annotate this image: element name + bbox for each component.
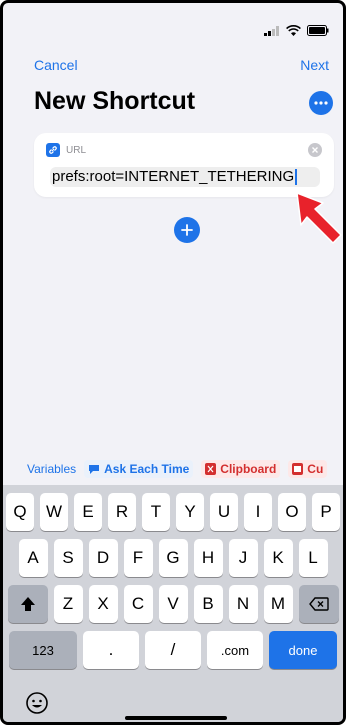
key-v[interactable]: V	[158, 585, 188, 623]
key-i[interactable]: I	[244, 493, 272, 531]
phone-frame: Cancel Next New Shortcut URL prefs:root=…	[0, 0, 346, 725]
key-k[interactable]: K	[263, 539, 293, 577]
text-caret	[295, 169, 298, 186]
backspace-icon	[308, 597, 329, 611]
battery-icon	[307, 25, 329, 36]
key-n[interactable]: N	[228, 585, 258, 623]
close-icon	[312, 147, 318, 153]
key-d[interactable]: D	[88, 539, 118, 577]
dot-key[interactable]: .	[83, 631, 139, 669]
key-b[interactable]: B	[193, 585, 223, 623]
key-q[interactable]: Q	[6, 493, 34, 531]
key-o[interactable]: O	[278, 493, 306, 531]
speech-bubble-icon	[89, 464, 100, 474]
annotation-arrow-icon	[296, 192, 342, 244]
numbers-key[interactable]: 123	[9, 631, 77, 669]
key-y[interactable]: Y	[176, 493, 204, 531]
key-w[interactable]: W	[40, 493, 68, 531]
url-tag: URL	[46, 143, 86, 157]
partial-chip[interactable]: Cu	[288, 460, 328, 478]
key-a[interactable]: A	[18, 539, 48, 577]
keyboard-row-4: 123 . / .com done	[3, 631, 343, 669]
add-action-button[interactable]	[174, 217, 200, 243]
key-m[interactable]: M	[263, 585, 293, 623]
shift-icon	[20, 597, 35, 611]
key-e[interactable]: E	[74, 493, 102, 531]
clipboard-icon	[205, 463, 217, 475]
key-u[interactable]: U	[210, 493, 238, 531]
ellipsis-icon	[314, 101, 328, 105]
home-indicator	[125, 716, 227, 720]
key-c[interactable]: C	[123, 585, 153, 623]
key-j[interactable]: J	[228, 539, 258, 577]
plus-icon	[181, 224, 193, 236]
keyboard-row-1: Q W E R T Y U I O P	[3, 493, 343, 531]
key-z[interactable]: Z	[53, 585, 83, 623]
url-action-card[interactable]: URL prefs:root=INTERNET_TETHERING	[34, 133, 334, 197]
signal-icon	[264, 25, 279, 36]
variables-label: Variables	[27, 462, 77, 476]
status-bar	[3, 3, 343, 45]
key-p[interactable]: P	[312, 493, 340, 531]
wifi-icon	[286, 25, 301, 36]
app-icon	[292, 463, 304, 475]
key-s[interactable]: S	[53, 539, 83, 577]
ask-each-time-chip[interactable]: Ask Each Time	[84, 460, 194, 478]
keyboard: Q W E R T Y U I O P A S D F G H J K L Z …	[3, 485, 343, 722]
done-key[interactable]: done	[269, 631, 337, 669]
key-r[interactable]: R	[108, 493, 136, 531]
key-l[interactable]: L	[298, 539, 328, 577]
more-options-button[interactable]	[309, 91, 333, 115]
clear-button[interactable]	[308, 143, 322, 157]
dotcom-key[interactable]: .com	[207, 631, 263, 669]
shift-key[interactable]	[7, 585, 48, 623]
link-icon	[46, 143, 60, 157]
chip-label: Clipboard	[220, 462, 277, 476]
key-g[interactable]: G	[158, 539, 188, 577]
navigation-bar: Cancel Next	[3, 55, 343, 79]
next-button[interactable]: Next	[300, 57, 329, 73]
url-label: URL	[66, 144, 87, 156]
key-h[interactable]: H	[193, 539, 223, 577]
variables-bar: Variables Ask Each Time Clipboard Cu	[3, 457, 343, 481]
keyboard-row-2: A S D F G H J K L	[3, 539, 343, 577]
page-title: New Shortcut	[34, 87, 196, 115]
url-input[interactable]: prefs:root=INTERNET_TETHERING	[50, 167, 320, 187]
url-value: prefs:root=INTERNET_TETHERING	[52, 168, 295, 185]
clipboard-chip[interactable]: Clipboard	[201, 460, 281, 478]
slash-key[interactable]: /	[145, 631, 201, 669]
delete-key[interactable]	[298, 585, 339, 623]
chip-label: Ask Each Time	[104, 462, 190, 476]
cancel-button[interactable]: Cancel	[34, 57, 78, 73]
key-t[interactable]: T	[142, 493, 170, 531]
key-f[interactable]: F	[123, 539, 153, 577]
emoji-icon[interactable]	[25, 691, 49, 715]
keyboard-row-3: Z X C V B N M	[3, 585, 343, 623]
key-x[interactable]: X	[88, 585, 118, 623]
chip-label: Cu	[307, 462, 324, 476]
